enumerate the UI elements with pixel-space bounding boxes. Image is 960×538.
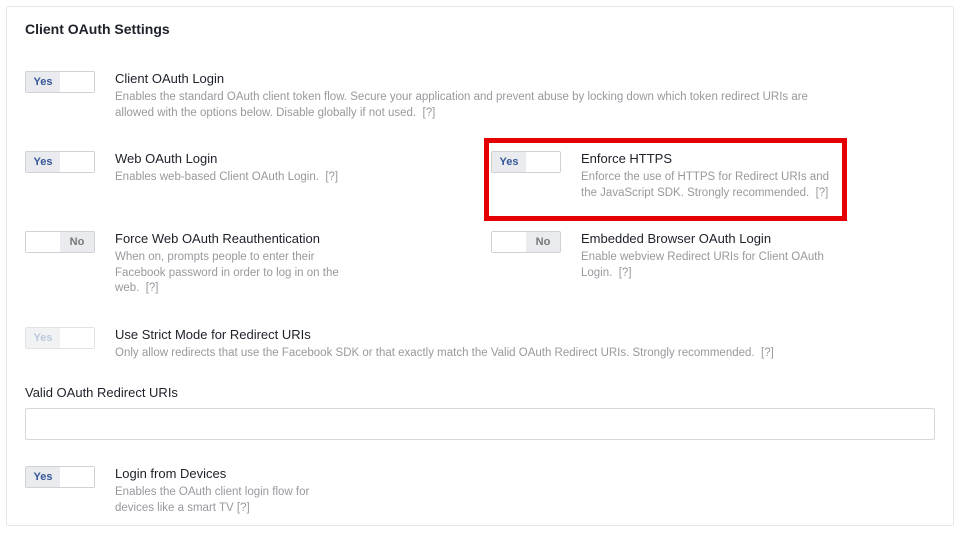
toggle-force-reauth[interactable]: No xyxy=(25,231,95,253)
toggle-no-label xyxy=(60,467,94,487)
toggle-no-label xyxy=(526,152,560,172)
setting-title: Login from Devices xyxy=(115,466,345,481)
toggle-web-oauth-login[interactable]: Yes xyxy=(25,151,95,173)
setting-title: Embedded Browser OAuth Login xyxy=(581,231,831,246)
toggle-yes-label: Yes xyxy=(26,467,60,487)
setting-title: Web OAuth Login xyxy=(115,151,338,166)
toggle-no-label xyxy=(60,152,94,172)
toggle-no-label xyxy=(60,328,94,348)
setting-title: Force Web OAuth Reauthentication xyxy=(115,231,365,246)
help-icon[interactable]: [?] xyxy=(237,502,250,514)
card-title: Client OAuth Settings xyxy=(25,21,935,37)
row-web-oauth-https: Yes Web OAuth Login Enables web-based Cl… xyxy=(25,151,935,201)
setting-desc: Enforce the use of HTTPS for Redirect UR… xyxy=(581,170,831,201)
toggle-client-oauth-login[interactable]: Yes xyxy=(25,71,95,93)
help-icon[interactable]: [?] xyxy=(761,347,774,359)
row-login-from-devices: Yes Login from Devices Enables the OAuth… xyxy=(25,466,935,516)
toggle-yes-label: Yes xyxy=(26,152,60,172)
toggle-yes-label xyxy=(26,232,60,252)
redirect-uris-label: Valid OAuth Redirect URIs xyxy=(25,385,935,400)
setting-desc: Only allow redirects that use the Facebo… xyxy=(115,346,774,362)
setting-desc: Enable webview Redirect URIs for Client … xyxy=(581,250,831,281)
row-strict-mode: Yes Use Strict Mode for Redirect URIs On… xyxy=(25,327,935,362)
help-icon[interactable]: [?] xyxy=(325,171,338,183)
setting-title: Enforce HTTPS xyxy=(581,151,831,166)
setting-desc: Enables web-based Client OAuth Login. [?… xyxy=(115,170,338,186)
toggle-strict-mode: Yes xyxy=(25,327,95,349)
help-icon[interactable]: [?] xyxy=(146,282,159,294)
setting-desc: Enables the OAuth client login flow for … xyxy=(115,485,345,516)
toggle-yes-label xyxy=(492,232,526,252)
toggle-enforce-https[interactable]: Yes xyxy=(491,151,561,173)
redirect-uris-input[interactable] xyxy=(25,408,935,440)
help-icon[interactable]: [?] xyxy=(816,187,829,199)
setting-desc: Enables the standard OAuth client token … xyxy=(115,90,845,121)
row-client-oauth-login: Yes Client OAuth Login Enables the stand… xyxy=(25,71,935,121)
toggle-yes-label: Yes xyxy=(492,152,526,172)
toggle-no-label: No xyxy=(526,232,560,252)
toggle-yes-label: Yes xyxy=(26,328,60,348)
settings-card: Client OAuth Settings Yes Client OAuth L… xyxy=(6,6,954,526)
help-icon[interactable]: [?] xyxy=(423,107,436,119)
toggle-login-from-devices[interactable]: Yes xyxy=(25,466,95,488)
setting-title: Use Strict Mode for Redirect URIs xyxy=(115,327,774,342)
row-reauth-embedded: No Force Web OAuth Reauthentication When… xyxy=(25,231,935,297)
redirect-uris-section: Valid OAuth Redirect URIs xyxy=(25,385,935,440)
setting-title: Client OAuth Login xyxy=(115,71,845,86)
setting-desc: When on, prompts people to enter their F… xyxy=(115,250,365,297)
toggle-embedded-browser[interactable]: No xyxy=(491,231,561,253)
help-icon[interactable]: [?] xyxy=(619,267,632,279)
toggle-no-label xyxy=(60,72,94,92)
toggle-no-label: No xyxy=(60,232,94,252)
toggle-yes-label: Yes xyxy=(26,72,60,92)
